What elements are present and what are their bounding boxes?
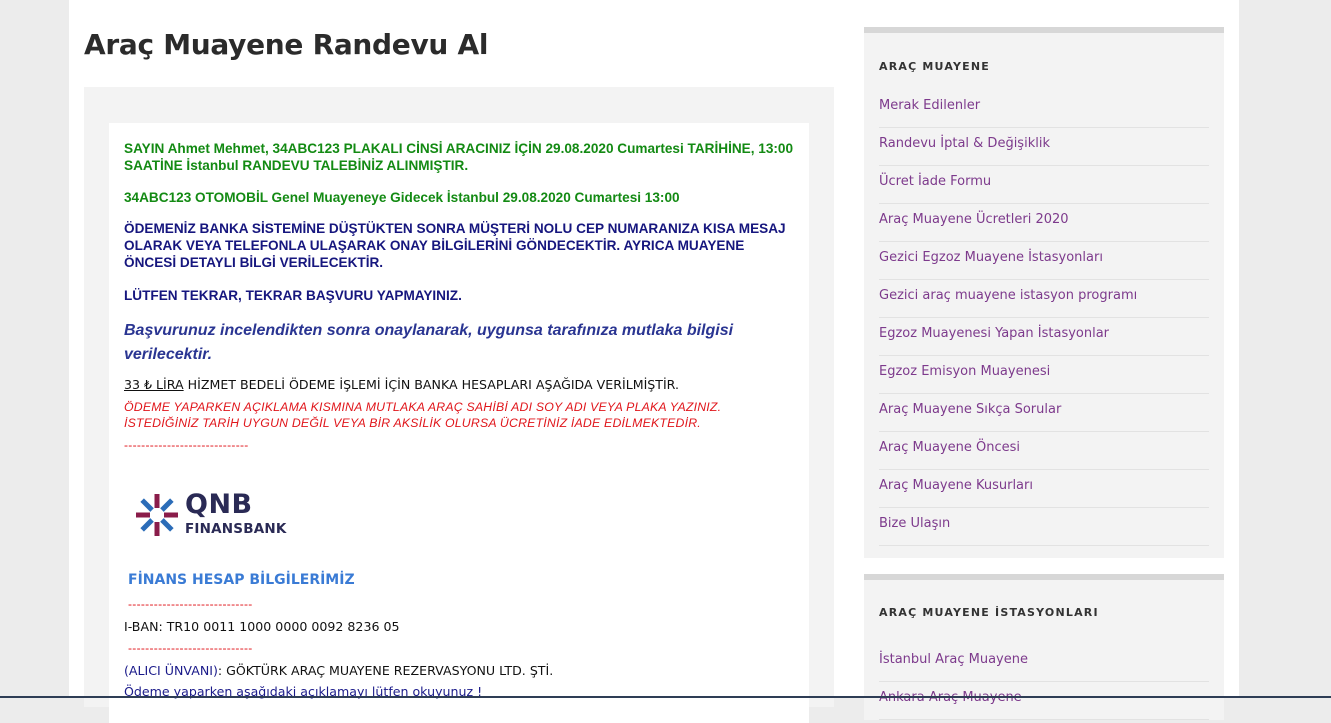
sidebar-link-istanbul[interactable]: İstanbul Araç Muayene <box>879 644 1209 682</box>
sidebar-link-muayene-ucretleri[interactable]: Araç Muayene Ücretleri 2020 <box>879 204 1209 242</box>
sidebar-link-muayene-oncesi[interactable]: Araç Muayene Öncesi <box>879 432 1209 470</box>
payment-warning: ÖDEME YAPARKEN AÇIKLAMA KISMINA MUTLAKA … <box>124 400 722 430</box>
widget-link-list: İstanbul Araç Muayene Ankara Araç Muayen… <box>879 644 1209 720</box>
sidebar-link-sikca-sorular[interactable]: Araç Muayene Sıkça Sorular <box>879 394 1209 432</box>
payment-info-message: ÖDEMENİZ BANKA SİSTEMİNE DÜŞTÜKTEN SONRA… <box>124 221 786 270</box>
no-reapply-warning: LÜTFEN TEKRAR, TEKRAR BAŞVURU YAPMAYINIZ… <box>124 288 462 303</box>
widget-link-list: Merak Edilenler Randevu İptal & Değişikl… <box>879 90 1209 546</box>
fee-line: 33 ₺ LİRA HİZMET BEDELİ ÖDEME İŞLEMİ İÇİ… <box>124 377 679 393</box>
sidebar-widget-arac-muayene: ARAÇ MUAYENE Merak Edilenler Randevu İpt… <box>864 27 1224 558</box>
sidebar-link-egzoz-istasyonlar[interactable]: Egzoz Muayenesi Yapan İstasyonlar <box>879 318 1209 356</box>
sidebar-link-bize-ulasin[interactable]: Bize Ulaşın <box>879 508 1209 546</box>
bank-divider-1: ----------------------------- <box>128 597 253 611</box>
content-box: SAYIN Ahmet Mehmet, 34ABC123 PLAKALI CİN… <box>84 87 834 723</box>
sidebar-link-randevu-iptal[interactable]: Randevu İptal & Değişiklik <box>879 128 1209 166</box>
sidebar-link-egzoz-emisyon[interactable]: Egzoz Emisyon Muayenesi <box>879 356 1209 394</box>
receiver-label: (ALICI ÜNVANI) <box>124 663 218 678</box>
sidebar-link-ucret-iade[interactable]: Ücret İade Formu <box>879 166 1209 204</box>
page-container: Araç Muayene Randevu Al SAYIN Ahmet Mehm… <box>69 0 1239 723</box>
widget-title: ARAÇ MUAYENE İSTASYONLARI <box>879 606 1099 619</box>
logo-text-finansbank: FINANSBANK <box>185 521 287 537</box>
sidebar-link-gezici-program[interactable]: Gezici araç muayene istasyon programı <box>879 280 1209 318</box>
sidebar-widget-istasyonlar: ARAÇ MUAYENE İSTASYONLARI İstanbul Araç … <box>864 574 1224 720</box>
qnb-logo-icon <box>136 494 178 536</box>
confirmation-message: SAYIN Ahmet Mehmet, 34ABC123 PLAKALI CİN… <box>124 141 794 173</box>
sidebar-link-gezici-egzoz[interactable]: Gezici Egzoz Muayene İstasyonları <box>879 242 1209 280</box>
widget-title: ARAÇ MUAYENE <box>879 60 990 73</box>
sidebar-link-muayene-kusurlari[interactable]: Araç Muayene Kusurları <box>879 470 1209 508</box>
bank-account-title: FİNANS HESAP BİLGİLERİMİZ <box>128 572 355 588</box>
page-title: Araç Muayene Randevu Al <box>84 28 489 61</box>
review-notice: Başvurunuz incelendikten sonra onaylanar… <box>124 322 734 363</box>
appointment-summary: 34ABC123 OTOMOBİL Genel Muayeneye Gidece… <box>124 190 680 205</box>
iban-text: I-BAN: TR10 0011 1000 0000 0092 8236 05 <box>124 619 400 634</box>
bank-divider-2: ----------------------------- <box>128 641 253 655</box>
fee-amount: 33 ₺ LİRA <box>124 377 184 392</box>
receiver-name: : GÖKTÜRK ARAÇ MUAYENE REZERVASYONU LTD.… <box>217 663 554 678</box>
qnb-finansbank-logo: QNB FINANSBANK <box>133 487 293 547</box>
notice-panel: SAYIN Ahmet Mehmet, 34ABC123 PLAKALI CİN… <box>109 123 809 723</box>
divider-dashes: ----------------------------- <box>124 438 249 452</box>
sidebar-link-ankara[interactable]: Ankara Araç Muayene <box>879 682 1209 720</box>
receiver-line: (ALICI ÜNVANI): GÖKTÜRK ARAÇ MUAYENE REZ… <box>124 663 553 679</box>
fee-text: HİZMET BEDELİ ÖDEME İŞLEMİ İÇİN BANKA HE… <box>183 377 679 392</box>
logo-text-qnb: QNB <box>185 489 253 520</box>
sidebar-link-merak-edilenler[interactable]: Merak Edilenler <box>879 90 1209 128</box>
